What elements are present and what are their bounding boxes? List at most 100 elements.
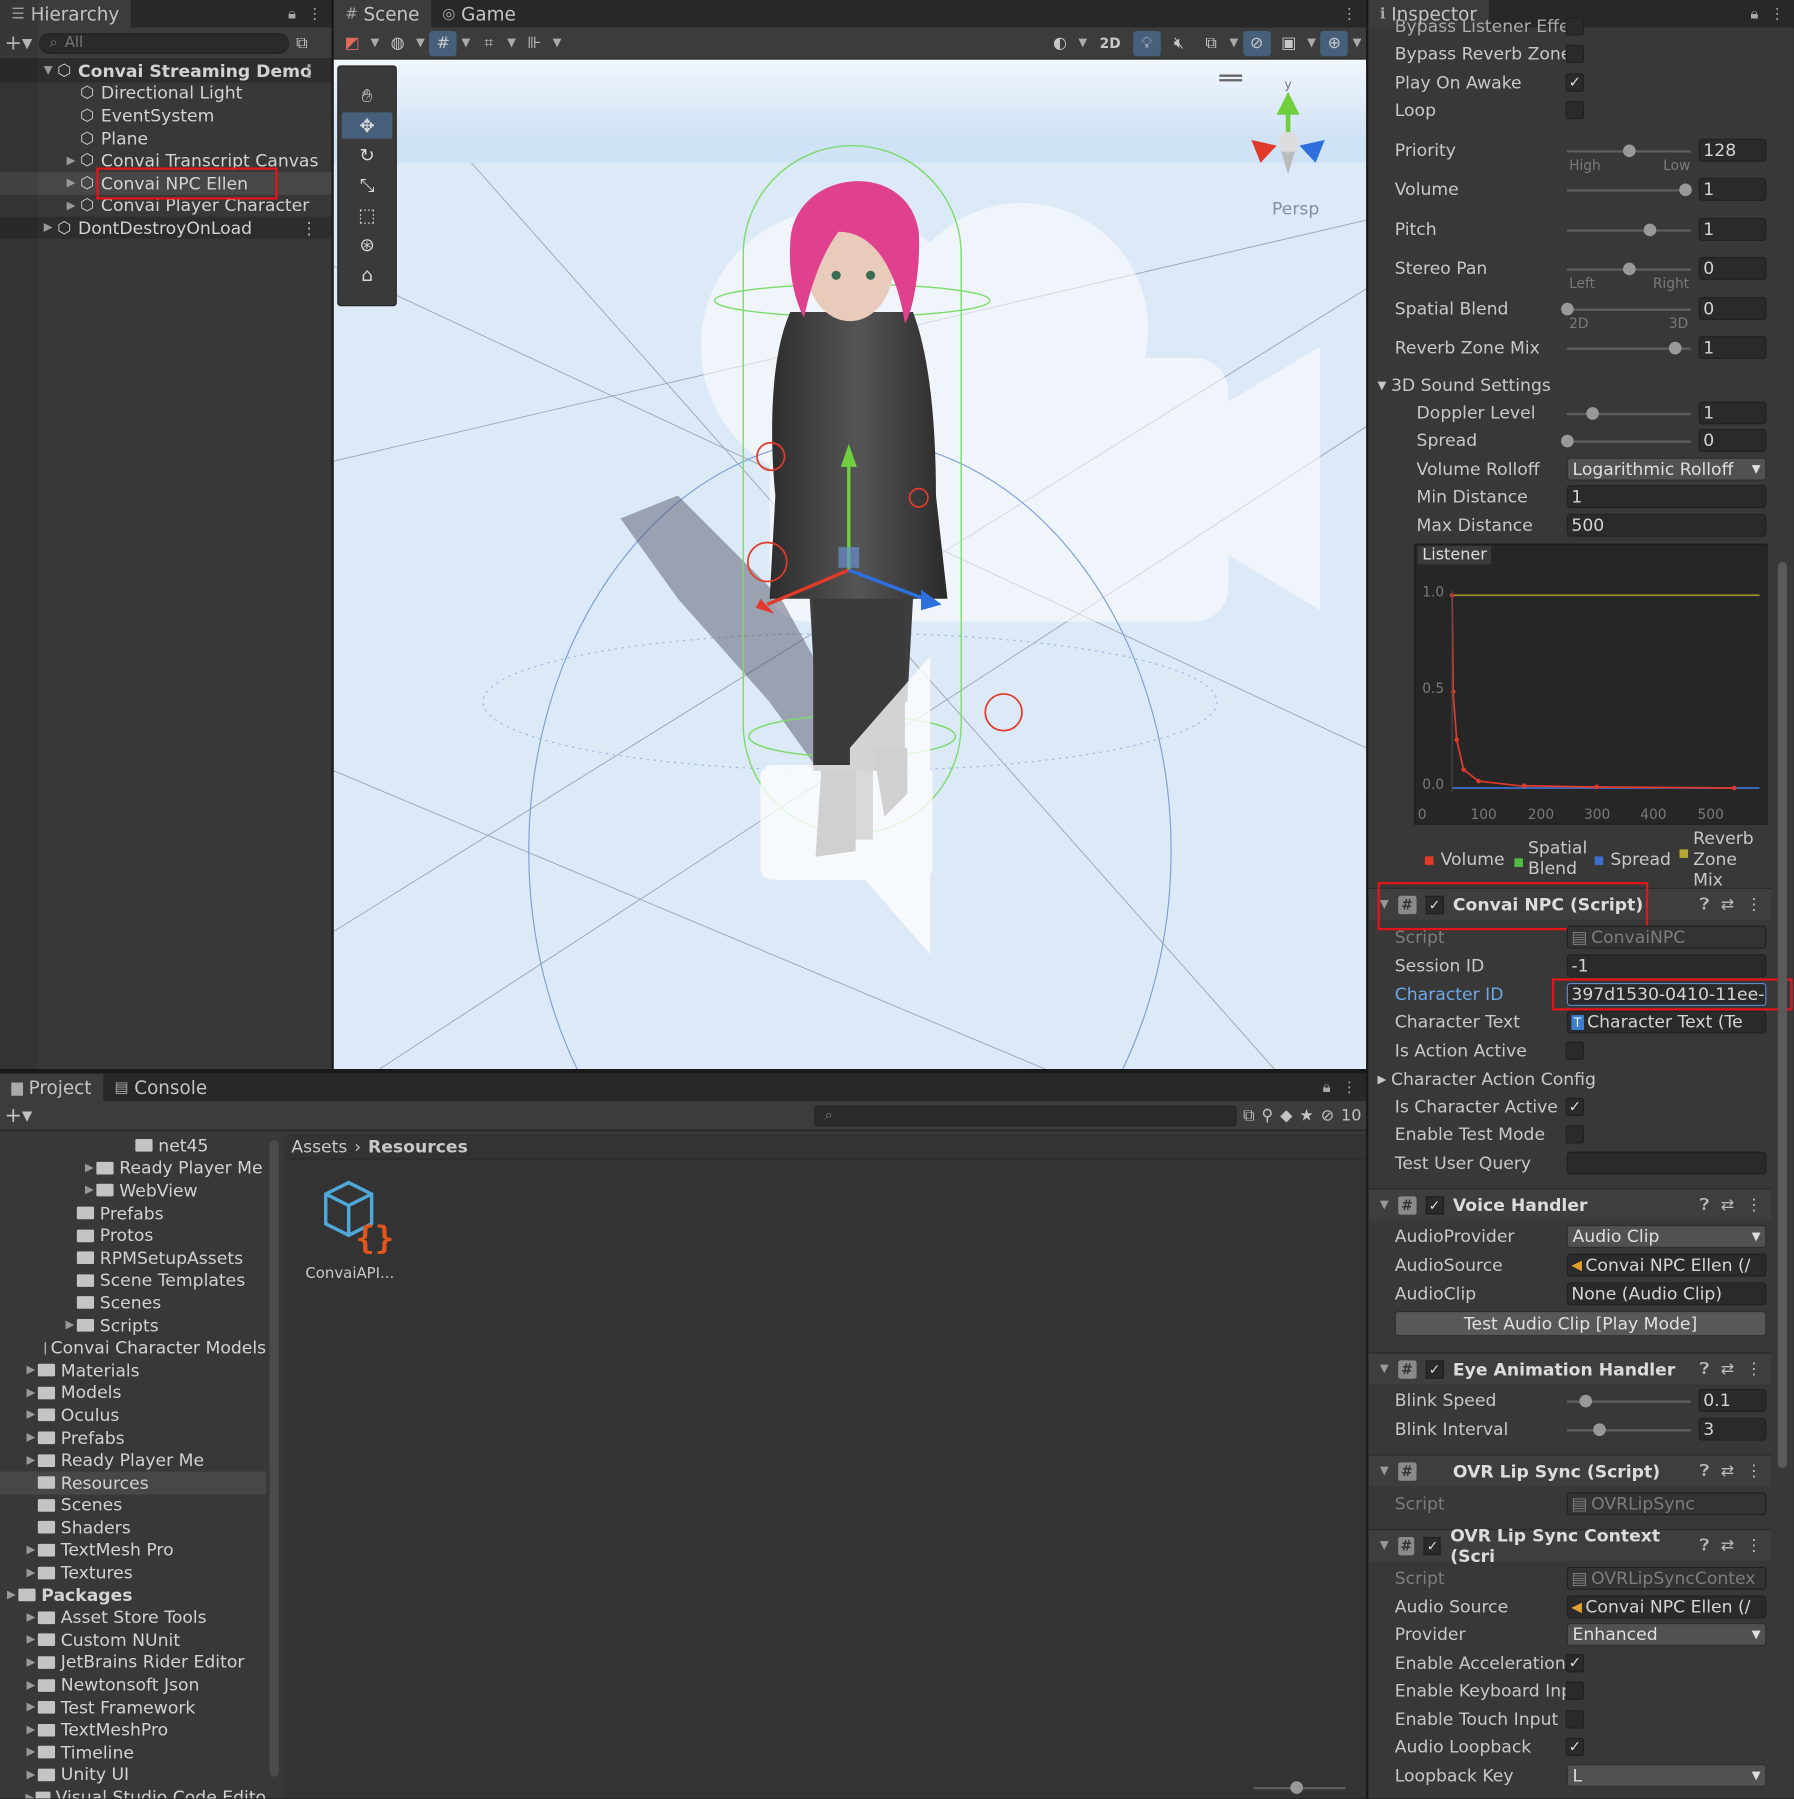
project-folder-row[interactable]: ▶ TextMeshPro [0, 1719, 266, 1741]
snap-increment-icon[interactable]: ⌗ [475, 30, 503, 55]
hierarchy-item-convai-npc-ellen[interactable]: ▶ ⬡ Convai NPC Ellen [0, 172, 332, 195]
eye-animation-header[interactable]: ▼ # ✓ Eye Animation Handler ❓︎ ⇄ ⋮ [1368, 1352, 1771, 1385]
foldout-arrow-icon[interactable]: ▼ [1380, 1363, 1389, 1376]
project-folder-row[interactable]: Scenes [0, 1494, 266, 1516]
project-folder-row[interactable]: Prefabs [0, 1202, 266, 1224]
spread-slider[interactable] [1561, 434, 1691, 448]
kebab-icon[interactable]: ⋮ [1746, 895, 1762, 913]
slider-knob[interactable] [1561, 434, 1574, 448]
help-icon[interactable]: ❓︎ [1700, 1360, 1710, 1378]
bypass-listener-checkbox[interactable] [1565, 17, 1585, 36]
create-icon[interactable]: +▾ [5, 1103, 33, 1127]
audio-source-field[interactable]: ◀ Convai NPC Ellen (/ [1566, 1253, 1767, 1277]
stereo-pan-field[interactable]: 0 [1698, 256, 1767, 280]
expand-arrow-icon[interactable]: ▶ [64, 154, 78, 167]
scene-viewport[interactable]: y Persp [333, 59, 1367, 1070]
reverb-zone-mix-slider[interactable] [1566, 341, 1691, 355]
kebab-menu-icon[interactable]: ⋮ [307, 5, 322, 22]
expand-arrow-icon[interactable]: ▶ [64, 199, 78, 212]
max-distance-field[interactable]: 500 [1566, 513, 1767, 537]
blink-speed-slider[interactable] [1566, 1394, 1691, 1408]
project-folder-row[interactable]: ▶ Packages [0, 1584, 266, 1606]
enable-touch-checkbox[interactable] [1565, 1710, 1585, 1729]
toggle-2d-button[interactable]: 2D [1092, 30, 1129, 55]
grid-snap-icon[interactable]: # [429, 30, 457, 56]
breadcrumb-assets[interactable]: Assets [291, 1136, 347, 1157]
help-icon[interactable]: ❓︎ [1700, 1536, 1710, 1554]
spatial-blend-field[interactable]: 0 [1698, 297, 1767, 321]
bypass-reverb-checkbox[interactable] [1565, 44, 1585, 64]
expand-arrow-icon[interactable]: ▶ [24, 1409, 38, 1422]
reverb-zone-mix-field[interactable]: 1 [1698, 336, 1767, 360]
kebab-menu-icon[interactable]: ⋮ [1342, 5, 1357, 22]
kebab-menu-icon[interactable]: ⋮ [1342, 1079, 1357, 1096]
hierarchy-item-plane[interactable]: ⬡ Plane [0, 127, 331, 149]
project-folder-row[interactable]: ▶ Visual Studio Code Edito [0, 1786, 266, 1799]
stereo-pan-slider[interactable] [1566, 262, 1691, 276]
expand-arrow-icon[interactable]: ▶ [24, 1679, 38, 1692]
expand-arrow-icon[interactable]: ▶ [24, 1364, 38, 1377]
expand-arrow-icon[interactable]: ▶ [83, 1162, 97, 1175]
foldout-arrow-icon[interactable]: ▼ [1380, 1539, 1389, 1552]
min-distance-field[interactable]: 1 [1566, 485, 1767, 509]
doppler-field[interactable]: 1 [1698, 401, 1767, 425]
slider-knob[interactable] [1623, 144, 1636, 158]
expand-arrow-icon[interactable]: ▶ [83, 1184, 97, 1197]
tab-game[interactable]: ◎ Game [431, 0, 527, 28]
zoom-slider[interactable] [1253, 1781, 1346, 1794]
hierarchy-item-player-character[interactable]: ▶ ⬡ Convai Player Character [0, 194, 331, 216]
foldout-arrow-icon[interactable]: ▼ [1380, 1465, 1389, 1478]
tab-scene[interactable]: # Scene [333, 0, 431, 28]
hidden-packages-icon[interactable]: ⊘ [1321, 1106, 1334, 1124]
loop-checkbox[interactable] [1565, 100, 1585, 120]
project-tree-scrollbar[interactable] [269, 1140, 279, 1777]
globe-icon[interactable]: ◍ [384, 30, 412, 55]
foldout-arrow-icon[interactable]: ▼ [1380, 898, 1389, 911]
project-search-input[interactable]: ⌕ [814, 1105, 1237, 1126]
move-tool-icon[interactable]: ✥ [341, 112, 393, 139]
voice-handler-header[interactable]: ▼ # ✓ Voice Handler ❓︎ ⇄ ⋮ [1368, 1188, 1771, 1221]
hierarchy-item-transcript-canvas[interactable]: ▶ ⬡ Convai Transcript Canvas [0, 150, 331, 172]
preset-icon[interactable]: ⇄ [1721, 1360, 1734, 1378]
tab-project[interactable]: ▆ Project [0, 1073, 103, 1102]
volume-field[interactable]: 1 [1698, 177, 1767, 201]
project-folder-row[interactable]: RPMSetupAssets [0, 1247, 266, 1269]
project-folder-row[interactable]: Scene Templates [0, 1269, 266, 1291]
provider-dropdown[interactable]: Enhanced ▼ [1566, 1623, 1767, 1646]
camera-icon[interactable]: ▣ [1275, 30, 1303, 55]
ovr-audio-source-field[interactable]: ◀ Convai NPC Ellen (/ [1566, 1595, 1767, 1619]
volume-slider[interactable] [1566, 183, 1692, 197]
kebab-icon[interactable]: ⋮ [301, 218, 318, 239]
expand-arrow-icon[interactable]: ▶ [24, 1769, 38, 1782]
hierarchy-item-directional-light[interactable]: ⬡ Directional Light [0, 82, 331, 104]
lock-icon[interactable]: 🔒︎ [288, 5, 296, 22]
convai-npc-header[interactable]: ▼ # ✓ Convai NPC (Script) ❓︎ ⇄ ⋮ [1368, 887, 1771, 920]
filter-icon[interactable]: ⚲ [1262, 1106, 1274, 1124]
project-folder-row[interactable]: ▶ Unity UI [0, 1764, 266, 1786]
orientation-gizmo[interactable] [1251, 91, 1325, 175]
project-folder-row[interactable]: ▶ Textures [0, 1561, 266, 1583]
kebab-icon[interactable]: ⋮ [1746, 1196, 1762, 1214]
hidden-objects-icon[interactable]: ⊘ [1242, 30, 1271, 56]
transform-tool-icon[interactable]: ⊛ [342, 232, 392, 258]
project-folder-row[interactable]: ▶ Ready Player Me [0, 1449, 266, 1471]
expand-arrow-icon[interactable]: ▶ [24, 1611, 38, 1624]
slider-knob[interactable] [1593, 1423, 1606, 1437]
foldout-arrow-icon[interactable]: ▼ [1380, 1199, 1389, 1212]
expand-arrow-icon[interactable]: ▼ [41, 65, 55, 78]
session-id-field[interactable]: -1 [1566, 954, 1767, 978]
kebab-menu-icon[interactable]: ⋮ [1770, 5, 1785, 22]
ovr-lipsync-header[interactable]: ▼ # OVR Lip Sync (Script) ❓︎ ⇄ ⋮ [1368, 1454, 1771, 1487]
expand-arrow-icon[interactable]: ▶ [5, 1589, 19, 1602]
expand-arrow-icon[interactable]: ▶ [24, 1634, 38, 1647]
play-on-awake-checkbox[interactable]: ✓ [1565, 73, 1585, 92]
project-folder-row[interactable]: ▶ JetBrains Rider Editor [0, 1651, 266, 1673]
enable-test-mode-checkbox[interactable] [1565, 1125, 1585, 1144]
project-folder-row[interactable]: ▶ Test Framework [0, 1696, 266, 1718]
project-folder-row[interactable]: Protos [0, 1224, 266, 1246]
expand-arrow-icon[interactable]: ▶ [24, 1791, 35, 1798]
help-icon[interactable]: ❓︎ [1700, 1462, 1710, 1480]
blink-speed-field[interactable]: 0.1 [1698, 1389, 1767, 1412]
label-icon[interactable]: ◆ [1280, 1106, 1292, 1124]
spread-field[interactable]: 0 [1698, 428, 1767, 452]
